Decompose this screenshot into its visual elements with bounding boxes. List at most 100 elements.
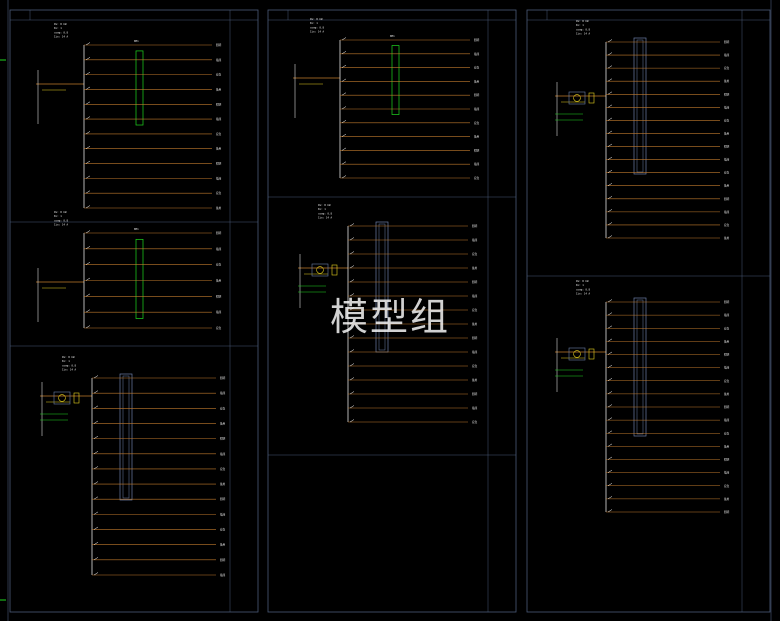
load-type-label: 应急	[472, 308, 478, 312]
current-transformer-icon	[573, 350, 581, 358]
load-data-text: Kx: 1	[576, 283, 584, 287]
sheet-right-frame	[526, 9, 771, 613]
contactor-block	[391, 45, 400, 115]
breaker-tick	[85, 230, 91, 234]
breaker-tick	[607, 509, 613, 513]
load-type-label: 插座	[724, 471, 730, 475]
breaker-tick	[607, 469, 613, 473]
load-type-label: 应急	[724, 66, 730, 70]
function-group-inner	[636, 299, 644, 435]
load-type-label: 插座	[472, 406, 478, 410]
breaker-tick	[93, 435, 99, 439]
breaker-tick	[93, 390, 99, 394]
contactor-label: KM1	[390, 34, 395, 38]
load-data-text: Kx: 1	[576, 23, 584, 27]
fuse-box	[73, 392, 80, 404]
load-type-label: 插座	[724, 313, 730, 317]
breaker-tick	[349, 377, 355, 381]
breaker-tick	[85, 190, 91, 194]
breaker-tick	[607, 338, 613, 342]
breaker-tick	[607, 378, 613, 381]
breaker-tick	[607, 235, 613, 239]
load-type-label: 插座	[216, 247, 222, 251]
load-data-text: cosφ: 0.8	[62, 363, 76, 367]
breaker-tick	[85, 261, 91, 265]
breaker-tick	[85, 116, 91, 120]
load-type-label: 插座	[724, 53, 730, 57]
load-type-label: 应急	[724, 379, 730, 383]
breaker-tick	[607, 65, 613, 69]
load-data-text: Pe: 8 kW	[576, 19, 589, 23]
load-type-label: 应急	[724, 171, 730, 175]
load-type-label: 插座	[472, 238, 478, 242]
load-type-label: 备用	[724, 79, 730, 83]
breaker-tick	[607, 91, 613, 95]
breaker-tick	[607, 443, 613, 447]
load-type-label: 照明	[472, 336, 478, 340]
breaker-tick	[341, 92, 347, 96]
breaker-tick	[85, 86, 91, 90]
load-type-label: 照明	[724, 145, 730, 149]
load-data-text: cosφ: 0.8	[54, 218, 68, 222]
load-type-label: 备用	[472, 378, 478, 382]
load-type-label: 应急	[216, 326, 222, 330]
breaker-tick	[607, 209, 613, 213]
load-type-label: 插座	[472, 294, 478, 298]
breaker-tick	[93, 557, 99, 561]
load-type-label: 照明	[724, 458, 730, 462]
load-data-text: Pe: 8 kW	[310, 17, 323, 21]
breaker-tick	[607, 78, 613, 82]
breaker-tick	[607, 156, 613, 160]
load-type-label: 插座	[474, 162, 480, 166]
load-type-label: 照明	[220, 558, 226, 562]
breaker-tick	[93, 451, 99, 454]
breaker-tick	[341, 64, 347, 68]
load-type-label: 照明	[724, 353, 730, 357]
load-type-label: 应急	[220, 467, 226, 471]
breaker-tick	[341, 106, 347, 110]
load-data-text: Ijs: 14 A	[54, 223, 68, 227]
load-data-text: cosφ: 0.8	[310, 25, 324, 29]
function-group-box	[633, 37, 647, 175]
load-data-text: Ijs: 14 A	[54, 35, 68, 39]
load-type-label: 照明	[216, 43, 222, 47]
function-group-inner	[636, 39, 644, 173]
load-type-label: 应急	[724, 118, 730, 122]
load-type-label: 备用	[724, 236, 730, 240]
load-data-text: Kx: 1	[318, 207, 326, 211]
load-type-label: 照明	[220, 437, 226, 441]
breaker-tick	[607, 483, 613, 486]
breaker-tick	[341, 147, 347, 151]
load-type-label: 备用	[724, 392, 730, 396]
contactor-label: KM1	[134, 39, 139, 43]
breaker-tick	[349, 251, 355, 255]
load-type-label: 插座	[216, 58, 222, 62]
breaker-tick	[607, 222, 613, 226]
function-group-box	[633, 297, 647, 437]
breaker-tick	[85, 71, 91, 75]
load-type-label: 备用	[474, 79, 480, 83]
load-type-label: 插座	[474, 107, 480, 111]
breaker-tick	[341, 161, 347, 165]
breaker-tick	[607, 456, 613, 460]
load-type-label: 应急	[216, 73, 222, 77]
load-data-text: Ijs: 14 A	[576, 292, 590, 296]
breaker-tick	[341, 133, 347, 137]
load-data-text: Kx: 1	[62, 359, 70, 363]
function-group-inner	[122, 375, 130, 499]
breaker-tick	[93, 572, 99, 576]
fuse-box	[331, 264, 338, 276]
breaker-tick	[93, 541, 99, 545]
breaker-tick	[93, 511, 99, 515]
breaker-tick	[85, 293, 91, 297]
load-type-label: 备用	[216, 279, 222, 283]
breaker-tick	[607, 496, 613, 500]
breaker-tick	[349, 391, 355, 395]
load-type-label: 照明	[472, 224, 478, 228]
load-type-label: 应急	[474, 176, 480, 180]
breaker-tick	[607, 196, 613, 200]
load-type-label: 备用	[724, 184, 730, 188]
load-type-label: 照明	[220, 497, 226, 501]
load-type-label: 照明	[216, 102, 222, 106]
breaker-tick	[607, 104, 613, 108]
